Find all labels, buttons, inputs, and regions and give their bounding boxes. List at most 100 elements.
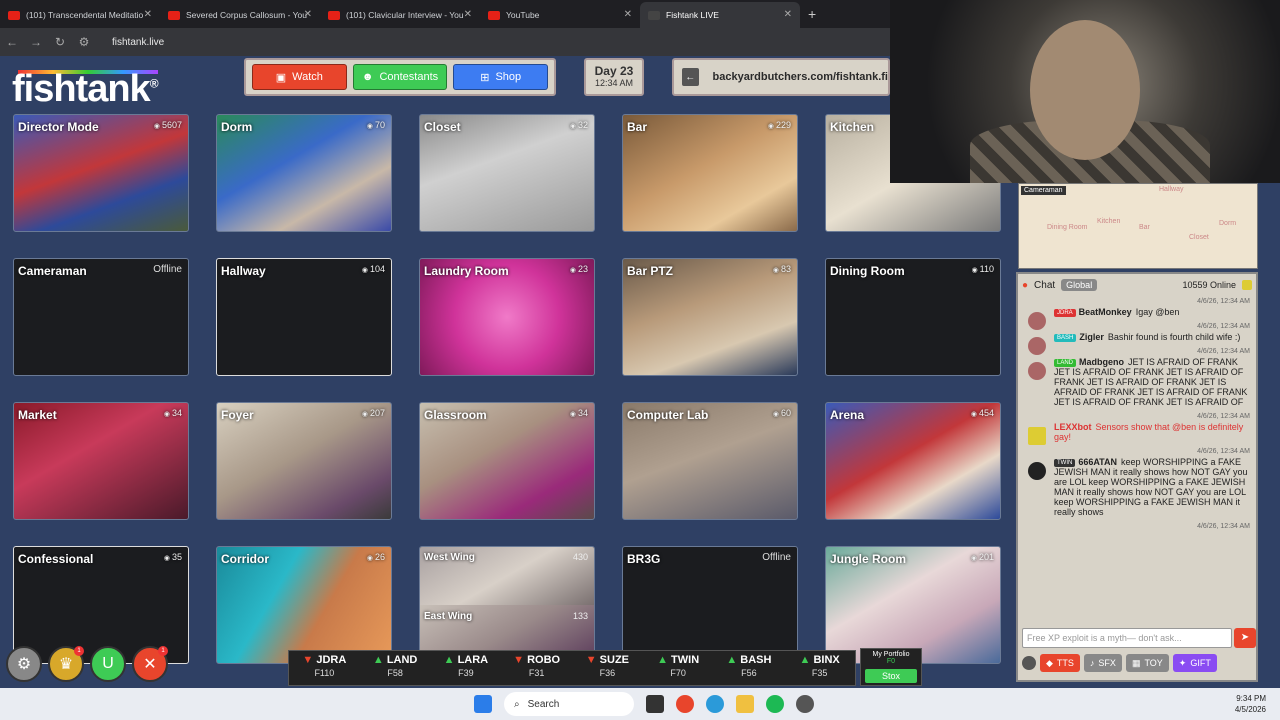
edge-icon[interactable] bbox=[706, 695, 724, 713]
sfx-button[interactable]: ♪ SFX bbox=[1083, 654, 1122, 672]
arrow-up-icon: ▲ bbox=[799, 654, 814, 666]
gift-button[interactable]: ✦ GIFT bbox=[1172, 654, 1217, 672]
camera-tile[interactable]: Dining Room110 bbox=[825, 258, 1001, 376]
chat-message: 4/6/26, 12:34 AM TWIN 666ATAN keep WORSHIPP… bbox=[1024, 446, 1250, 517]
close-icon[interactable]: ✕ bbox=[784, 9, 792, 20]
ticker-item[interactable]: ▼ SUZE F36 bbox=[572, 651, 643, 685]
app-icon[interactable] bbox=[796, 695, 814, 713]
back-icon[interactable]: ← bbox=[0, 35, 24, 49]
ticker-item[interactable]: ▲ BINX F35 bbox=[784, 651, 855, 685]
browser-tab[interactable]: (101) Clavicular Interview - You ✕ bbox=[320, 2, 480, 28]
youtube-icon bbox=[168, 10, 180, 20]
reload-icon[interactable]: ↻ bbox=[48, 35, 72, 49]
ticker-item[interactable]: ▼ ROBO F31 bbox=[501, 651, 572, 685]
arrow-down-icon: ▼ bbox=[513, 654, 528, 666]
fishtank-logo[interactable]: fishtank® bbox=[12, 68, 159, 111]
browser-tab[interactable]: Severed Corpus Callosum - You ✕ bbox=[160, 2, 320, 28]
webcam-face bbox=[1030, 20, 1140, 160]
chat-message: 4/6/26, 12:34 AM JDRA BeatMonkey Igay @ben bbox=[1024, 296, 1250, 330]
camera-tile[interactable]: Computer Lab60 bbox=[622, 402, 798, 520]
emoji-icon[interactable] bbox=[1022, 656, 1036, 670]
fishtank-icon bbox=[648, 10, 660, 20]
os-taskbar: ⌕ Search 9:34 PM 4/5/2026 bbox=[0, 688, 1280, 720]
stox-button[interactable]: Stox bbox=[865, 669, 917, 683]
settings-icon[interactable]: ⚙ bbox=[6, 646, 42, 682]
new-tab-icon[interactable]: + bbox=[808, 6, 816, 22]
chat-tab-global[interactable]: Global bbox=[1061, 279, 1098, 291]
tools-icon[interactable]: ✕ 1 bbox=[132, 646, 168, 682]
ticker-item[interactable]: ▲ TWIN F70 bbox=[643, 651, 714, 685]
chat-message: 4/6/26, 12:34 AM LAND Madbgeno JET IS AFRAI… bbox=[1024, 346, 1250, 407]
watch-button[interactable]: ▣ Watch bbox=[252, 64, 347, 90]
browser-tab[interactable]: (101) Transcendental Meditatio ✕ bbox=[0, 2, 160, 28]
contestants-button[interactable]: ☻ Contestants bbox=[352, 64, 448, 90]
browser-tab[interactable]: YouTube ✕ bbox=[480, 2, 640, 28]
file-explorer-icon[interactable] bbox=[736, 695, 754, 713]
camera-tile[interactable]: Foyer207 bbox=[216, 402, 392, 520]
cart-icon: ⊞ bbox=[480, 71, 490, 84]
browser-tab-active[interactable]: Fishtank LIVE ✕ bbox=[640, 2, 800, 28]
ad-banner[interactable]: ← backyardbutchers.com/fishtank.fi bbox=[672, 58, 890, 96]
taskbar-search[interactable]: ⌕ Search bbox=[504, 692, 634, 716]
avatar[interactable] bbox=[1028, 362, 1046, 380]
camera-tile-split[interactable]: West Wing 430 East Wing 133 bbox=[419, 546, 595, 664]
task-view-icon[interactable] bbox=[646, 695, 664, 713]
camera-tile[interactable]: Market34 bbox=[13, 402, 189, 520]
camera-tile[interactable]: Arena454 bbox=[825, 402, 1001, 520]
ticker-item[interactable]: ▲ LARA F39 bbox=[431, 651, 502, 685]
arrow-left-icon[interactable]: ← bbox=[682, 68, 699, 86]
system-clock[interactable]: 9:34 PM 4/5/2026 bbox=[1235, 693, 1266, 715]
avatar[interactable] bbox=[1028, 427, 1046, 445]
url-text[interactable]: fishtank.live bbox=[112, 37, 164, 48]
arrow-down-icon: ▼ bbox=[585, 654, 600, 666]
magnet-icon[interactable]: U bbox=[90, 646, 126, 682]
crown-icon[interactable]: ♛ 1 bbox=[48, 646, 84, 682]
address-bar: ← → ↻ ⚙ fishtank.live bbox=[0, 28, 890, 56]
close-icon[interactable]: ✕ bbox=[464, 9, 472, 20]
camera-tile[interactable]: Hallway104 bbox=[216, 258, 392, 376]
send-icon[interactable]: ➤ bbox=[1234, 628, 1256, 648]
chrome-icon[interactable] bbox=[676, 695, 694, 713]
day-counter: Day 23 12:34 AM bbox=[584, 58, 644, 96]
shop-button[interactable]: ⊞ Shop bbox=[453, 64, 549, 90]
camera-tile[interactable]: Glassroom34 bbox=[419, 402, 595, 520]
spotify-icon[interactable] bbox=[766, 695, 784, 713]
close-icon[interactable]: ✕ bbox=[624, 9, 632, 20]
close-icon[interactable]: ✕ bbox=[304, 9, 312, 20]
stock-ticker[interactable]: ▼ JDRA F110 ▲ LAND F58 ▲ LARA F39 ▼ ROBO F31… bbox=[288, 650, 856, 686]
star-icon[interactable] bbox=[1242, 280, 1252, 290]
toy-button[interactable]: ▦ TOY bbox=[1125, 654, 1169, 672]
camera-tile[interactable]: Closet32 bbox=[419, 114, 595, 232]
windows-start-icon[interactable] bbox=[474, 695, 492, 713]
camera-tile[interactable]: Laundry Room23 bbox=[419, 258, 595, 376]
bottom-left-icons: ⚙ ♛ 1 U ✕ 1 bbox=[6, 646, 168, 682]
chat-input[interactable]: Free XP exploit is a myth— don't ask... bbox=[1022, 628, 1232, 648]
portfolio-widget: My Portfolio F0 Stox bbox=[860, 648, 922, 686]
arrow-down-icon: ▼ bbox=[302, 654, 317, 666]
camera-tile[interactable]: Jungle Room201 bbox=[825, 546, 1001, 664]
tts-button[interactable]: ◆ TTS bbox=[1040, 654, 1080, 672]
avatar[interactable] bbox=[1028, 462, 1046, 480]
camera-tile[interactable]: Bar229 bbox=[622, 114, 798, 232]
ticker-item[interactable]: ▲ LAND F58 bbox=[360, 651, 431, 685]
site-info-icon[interactable]: ⚙ bbox=[72, 35, 96, 49]
chat-actions: ◆ TTS ♪ SFX ▦ TOY ✦ GIFT bbox=[1022, 654, 1258, 672]
chat-icon: ● bbox=[1022, 279, 1029, 291]
arrow-up-icon: ▲ bbox=[372, 654, 387, 666]
house-map[interactable]: Cameraman Dining Room Kitchen Bar Hallwa… bbox=[1018, 183, 1258, 269]
forward-icon[interactable]: → bbox=[24, 35, 48, 49]
camera-tile[interactable]: Cameraman Offline bbox=[13, 258, 189, 376]
arrow-up-icon: ▲ bbox=[657, 654, 672, 666]
ticker-item[interactable]: ▲ BASH F56 bbox=[714, 651, 785, 685]
camera-tile[interactable]: Corridor26 bbox=[216, 546, 392, 664]
camera-tile[interactable]: BR3G Offline bbox=[622, 546, 798, 664]
camera-tile[interactable]: Dorm70 bbox=[216, 114, 392, 232]
tv-icon: ▣ bbox=[275, 71, 287, 84]
ticker-item[interactable]: ▼ JDRA F110 bbox=[289, 651, 360, 685]
toy-icon: ▦ bbox=[1131, 657, 1141, 668]
camera-tile[interactable]: Director Mode5607 bbox=[13, 114, 189, 232]
person-icon: ☻ bbox=[361, 71, 374, 83]
close-icon[interactable]: ✕ bbox=[144, 9, 152, 20]
camera-tile[interactable]: Bar PTZ83 bbox=[622, 258, 798, 376]
gift-icon: ✦ bbox=[1178, 657, 1187, 668]
